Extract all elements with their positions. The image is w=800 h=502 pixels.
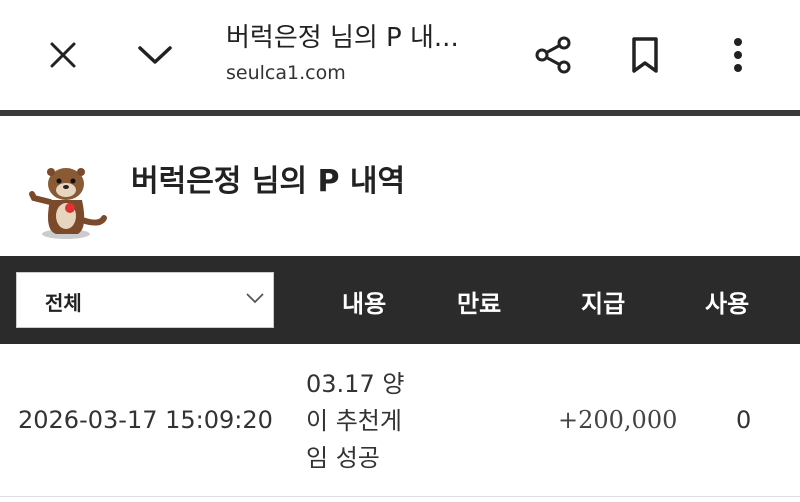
filter-selected-value: 전체 [45, 291, 82, 315]
page-title: 버럭은정 님의 P 내역 [131, 164, 406, 199]
collapse-button[interactable] [130, 34, 180, 76]
row-datetime: 2026-03-17 15:09:20 [18, 406, 273, 434]
close-icon [50, 42, 76, 68]
share-icon [535, 36, 571, 74]
filter-select[interactable]: 전체 [16, 272, 274, 328]
table-header: 전체 내용 만료 지급 사용 [0, 256, 800, 344]
row-use: 0 [736, 406, 752, 434]
bookmark-icon [632, 37, 658, 73]
chevron-down-icon [138, 46, 172, 64]
tab-title: 버럭은정 님의 P 내... [226, 23, 459, 53]
share-button[interactable] [527, 30, 579, 80]
table-row: 2026-03-17 15:09:20 03.17 양이 추천게임 성공 +20… [0, 346, 800, 497]
close-button[interactable] [38, 34, 88, 76]
column-header-content: 내용 [342, 290, 387, 318]
row-grant: +200,000 [558, 406, 678, 434]
bookmark-button[interactable] [622, 30, 668, 80]
toolbar-divider [0, 110, 800, 116]
column-header-use: 사용 [705, 290, 750, 318]
page-url: seulca1.com [226, 62, 346, 84]
page-header: 버럭은정 님의 P 내역 [0, 150, 800, 240]
more-options-button[interactable] [716, 30, 760, 80]
row-content: 03.17 양이 추천게임 성공 [306, 370, 405, 472]
more-vert-icon [734, 38, 742, 72]
chevron-down-icon [246, 293, 264, 304]
browser-toolbar: 버럭은정 님의 P 내... seulca1.com [0, 0, 800, 110]
column-header-grant: 지급 [581, 290, 626, 318]
otter-mascot-icon [29, 168, 107, 239]
column-header-expiry: 만료 [457, 290, 502, 318]
tab-title-block: 버럭은정 님의 P 내... seulca1.com [226, 20, 496, 84]
